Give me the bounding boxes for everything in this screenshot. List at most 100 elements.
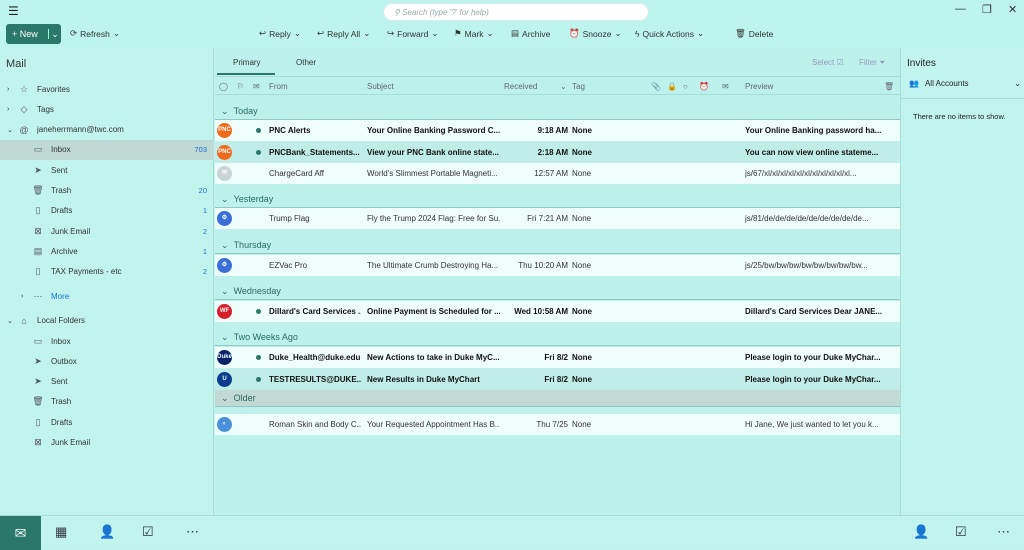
chevron-icon[interactable]: › (21, 293, 31, 300)
priority-column-icon[interactable]: ○ (683, 82, 688, 91)
contacts-nav-icon[interactable]: 👤 (99, 524, 115, 540)
mail-nav-icon[interactable]: ✉ (0, 516, 41, 550)
snooze-column-icon[interactable]: ⏰ (699, 82, 709, 91)
quick-actions-button[interactable]: ϟ Quick Actions ⌄ (635, 28, 704, 39)
sidebar-item-inbox[interactable]: ▭ Inbox 703 (0, 139, 214, 160)
select-button[interactable]: Select ☑ (812, 58, 844, 67)
filter-button[interactable]: Filter ⏷ (859, 58, 885, 68)
sidebar-item-trash[interactable]: 🗑 Trash (0, 392, 214, 412)
message-received: Thu 7/25 (536, 420, 568, 429)
flag-column-icon[interactable]: ⚐ (237, 82, 244, 91)
attachment-column-icon[interactable]: 📎 (651, 82, 661, 91)
close-icon[interactable]: ✕ (1008, 3, 1017, 16)
invites-empty-message: There are no items to show. (913, 112, 1006, 121)
junk-icon: ⊠ (34, 225, 42, 236)
sidebar-item-label: Favorites (37, 84, 70, 94)
sidebar-item-trash[interactable]: 🗑 Trash 20 (0, 181, 214, 201)
message-tag: None (572, 307, 592, 316)
new-dropdown-chevron-icon[interactable]: ⌄ (49, 29, 61, 40)
search-input[interactable]: ⚲ Search (type '?' for help) (383, 3, 649, 21)
group-header-two-weeks-ago[interactable]: ⌄ Two Weeks Ago (215, 329, 900, 346)
message-row[interactable]: PNC PNC Alerts Your Online Banking Passwo… (215, 120, 900, 141)
sidebar-item-drafts[interactable]: ▯ Drafts (0, 412, 214, 432)
group-header-thursday[interactable]: ⌄ Thursday (215, 237, 900, 254)
reply-all-label: Reply All (327, 28, 361, 39)
contact-column-icon[interactable]: ◯ (219, 82, 228, 91)
sidebar-item-drafts[interactable]: ▯ Drafts 1 (0, 201, 214, 221)
sidebar-item-tax-payments-etc[interactable]: ▯ TAX Payments - etc 2 (0, 262, 214, 282)
minimize-icon[interactable]: — (955, 3, 966, 15)
delete-column-icon[interactable]: 🗑 (884, 82, 894, 91)
hamburger-menu-icon[interactable]: ☰ (8, 4, 19, 18)
new-button[interactable]: + New ⌄ (6, 24, 61, 44)
unread-count: 20 (198, 186, 207, 195)
message-row[interactable]: Duke Duke_Health@duke.edu New Actions to … (215, 347, 900, 368)
chevron-icon[interactable]: ⌄ (7, 317, 17, 325)
forward-button[interactable]: ↪ Forward ⌄ (387, 28, 438, 39)
more-icon[interactable]: ⋯ (997, 524, 1010, 540)
unread-dot (256, 377, 261, 382)
draft-icon: ▯ (35, 205, 41, 216)
message-row[interactable]: ✉ ChargeCard Aff World's Slimmest Portabl… (215, 163, 900, 184)
sort-chevron-icon[interactable]: ⌄ (560, 82, 567, 91)
snooze-button[interactable]: ⏰ Snooze ⌄ (569, 28, 622, 39)
column-tag[interactable]: Tag (572, 82, 585, 91)
message-row[interactable]: ◐ Roman Skin and Body C... Your Requested… (215, 414, 900, 435)
group-header-yesterday[interactable]: ⌄ Yesterday (215, 191, 900, 208)
sidebar-item-inbox[interactable]: ▭ Inbox (0, 331, 214, 351)
column-preview[interactable]: Preview (745, 82, 773, 91)
delete-button[interactable]: 🗑 Delete (735, 28, 773, 39)
group-header-older[interactable]: ⌄ Older (215, 390, 900, 407)
message-row[interactable]: ⚙ EZVac Pro The Ultimate Crumb Destroying… (215, 255, 900, 276)
chevron-icon[interactable]: › (7, 86, 17, 93)
reply-all-button[interactable]: ↩ Reply All ⌄ (317, 28, 370, 39)
more-nav-icon[interactable]: ⋯ (186, 524, 199, 540)
restore-icon[interactable]: ❐ (982, 3, 992, 16)
column-subject[interactable]: Subject (367, 82, 394, 91)
sender-avatar-icon: PNC (217, 145, 232, 160)
chevron-icon[interactable]: ⌄ (7, 126, 17, 134)
tasks-icon[interactable]: ☑ (955, 524, 967, 540)
tab-other[interactable]: Other (296, 58, 316, 67)
tab-primary[interactable]: Primary (233, 58, 261, 67)
envelope-column-icon[interactable]: ✉ (722, 82, 729, 91)
mark-label: Mark (464, 28, 484, 39)
sidebar-item-archive[interactable]: ▤ Archive 1 (0, 241, 214, 261)
read-status-column-icon[interactable]: ✉ (253, 82, 260, 91)
column-from[interactable]: From (269, 82, 288, 91)
sidebar-item-outbox[interactable]: ➤ Outbox (0, 351, 214, 371)
sidebar-item-junk-email[interactable]: ⊠ Junk Email (0, 433, 214, 453)
sidebar-item-local-folders[interactable]: ⌄ ⌂ Local Folders (0, 311, 214, 331)
contacts-icon[interactable]: 👤 (913, 524, 929, 540)
archive-button[interactable]: ▤ Archive (511, 28, 550, 39)
filter-icon: ⏷ (879, 58, 886, 67)
lock-column-icon[interactable]: 🔒 (667, 82, 677, 91)
message-row[interactable]: ⚙ Trump Flag Fly the Trump 2024 Flag: Fre… (215, 208, 900, 229)
chevron-icon[interactable]: › (7, 106, 17, 113)
mark-button[interactable]: ⚑ Mark ⌄ (454, 28, 494, 39)
sidebar-item-favorites[interactable]: › ☆ Favorites (0, 79, 214, 99)
message-row[interactable]: PNC PNCBank_Statements... View your PNC B… (215, 142, 900, 163)
group-header-today[interactable]: ⌄ Today (215, 103, 900, 120)
chevron-down-icon: ⌄ (486, 28, 494, 38)
sidebar-item-sent[interactable]: ➤ Sent (0, 372, 214, 392)
sidebar-item-more[interactable]: › ⋯ More (0, 286, 214, 306)
message-row[interactable]: WF Dillard's Card Services ... Online Pay… (215, 301, 900, 322)
accounts-dropdown[interactable]: 👥 All Accounts ⌄ (909, 79, 1021, 88)
tasks-nav-icon[interactable]: ☑ (142, 524, 154, 540)
reply-button[interactable]: ↩ Reply ⌄ (259, 28, 301, 39)
message-from: Roman Skin and Body C... (269, 420, 361, 429)
refresh-button[interactable]: ⟳ Refresh ⌄ (70, 28, 120, 39)
delete-label: Delete (748, 28, 774, 39)
top-toolbar: ☰ ⚲ Search (type '?' for help) — ❐ ✕ + N… (0, 0, 1024, 48)
sidebar-item-junk-email[interactable]: ⊠ Junk Email 2 (0, 221, 214, 241)
message-preview: You can now view online stateme... (745, 148, 879, 157)
sidebar-item-sent[interactable]: ➤ Sent (0, 160, 214, 180)
sidebar-item-janeherrmann-twc-com[interactable]: ⌄ @ janeherrmann@twc.com (0, 120, 214, 140)
column-received[interactable]: Received (504, 82, 537, 91)
sidebar-item-tags[interactable]: › ◇ Tags (0, 99, 214, 119)
calendar-nav-icon[interactable]: ▦ (55, 524, 67, 540)
group-header-wednesday[interactable]: ⌄ Wednesday (215, 283, 900, 300)
sidebar-item-label: Drafts (51, 206, 73, 216)
message-row[interactable]: U TESTRESULTS@DUKE... New Results in Duke… (215, 369, 900, 390)
